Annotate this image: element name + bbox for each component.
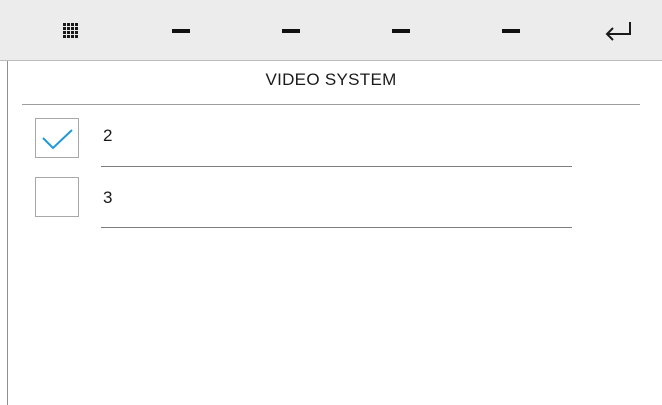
dash-icon (502, 28, 520, 33)
option-3-divider (101, 227, 572, 228)
dash-icon (282, 28, 300, 33)
toolbar-button-2[interactable] (263, 0, 319, 61)
back-button[interactable] (591, 0, 647, 61)
title-divider (22, 104, 640, 105)
toolbar-button-3[interactable] (373, 0, 429, 61)
list-item-option-2: 2 (0, 106, 662, 167)
top-toolbar (0, 0, 662, 61)
option-2-checkbox[interactable] (35, 118, 79, 158)
page-title: VIDEO SYSTEM (265, 70, 397, 89)
toolbar-button-4[interactable] (483, 0, 539, 61)
option-3-checkbox[interactable] (35, 177, 79, 217)
option-3-label: 3 (103, 188, 113, 207)
option-2-label: 2 (103, 126, 113, 145)
grid-menu-icon (62, 23, 78, 38)
list-item-option-3: 3 (0, 167, 662, 228)
video-system-screen: VIDEO SYSTEM 2 3 (0, 0, 662, 405)
toolbar-button-1[interactable] (153, 0, 209, 61)
return-arrow-icon (605, 21, 631, 41)
checkmark-icon (42, 129, 73, 150)
grid-menu-button[interactable] (42, 0, 98, 61)
dash-icon (172, 28, 190, 33)
dash-icon (392, 28, 410, 33)
